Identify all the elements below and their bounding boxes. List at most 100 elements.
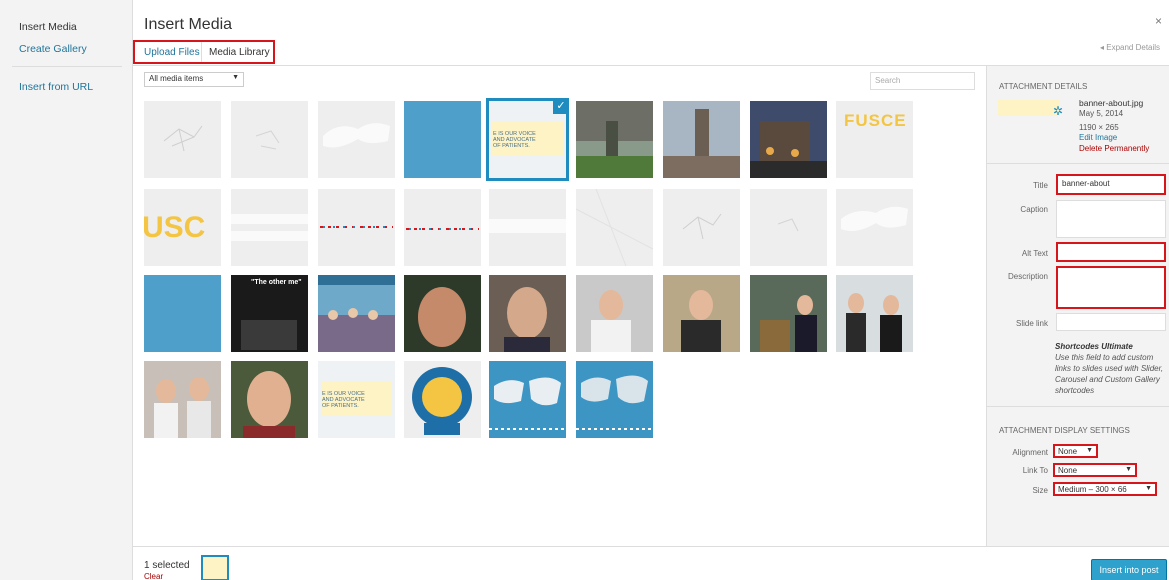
attachment-date: May 5, 2014 (1079, 109, 1124, 118)
edit-image-link[interactable]: Edit Image (1079, 133, 1117, 142)
menu-separator (12, 66, 122, 67)
attachment-thumb[interactable] (231, 361, 308, 438)
media-filter-select[interactable]: All media items ▼ (144, 72, 244, 87)
attachment-thumb[interactable] (663, 101, 740, 178)
attachment-thumb[interactable]: E IS OUR VOICE AND ADVOCATE OF PATIENTS. (318, 361, 395, 438)
expand-details-link[interactable]: ◂ Expand Details (1100, 43, 1160, 52)
attachment-thumb[interactable] (144, 101, 221, 178)
photo-garden-icon (576, 101, 653, 178)
attachment-thumb[interactable]: USC (144, 189, 221, 266)
attachment-thumb[interactable] (576, 189, 653, 266)
modal-title: Insert Media (144, 16, 233, 33)
menu-create-gallery[interactable]: Create Gallery (19, 43, 87, 55)
attachment-thumb[interactable] (750, 101, 827, 178)
attachment-thumb[interactable] (231, 189, 308, 266)
faded-text-icon (231, 189, 308, 266)
dots-icon (404, 189, 481, 266)
description-textarea[interactable] (1056, 266, 1166, 309)
clear-selection-link[interactable]: Clear (144, 572, 163, 580)
attachment-thumb[interactable] (750, 275, 827, 352)
checkmark-icon[interactable]: ✓ (553, 101, 566, 114)
attachment-thumb[interactable] (489, 275, 566, 352)
attachment-thumb[interactable] (836, 275, 913, 352)
dots-icon (318, 189, 395, 266)
blank-icon (489, 189, 566, 266)
attachment-thumb[interactable] (144, 361, 221, 438)
photo-people-icon (836, 275, 913, 352)
media-menu: Insert Media Create Gallery Insert from … (0, 0, 133, 580)
caption-textarea[interactable] (1056, 200, 1166, 238)
slide-link-input[interactable] (1056, 313, 1166, 331)
attachment-thumb[interactable] (576, 361, 653, 438)
attachment-filename: banner-about.jpg (1079, 98, 1144, 108)
menu-insert-media[interactable]: Insert Media (19, 21, 77, 33)
attachment-thumb[interactable] (318, 189, 395, 266)
alignment-value: None (1058, 447, 1078, 456)
tab-divider (201, 42, 202, 62)
attachment-thumb[interactable] (404, 275, 481, 352)
attachment-thumb[interactable] (144, 275, 221, 352)
title-label: Title (1033, 181, 1048, 190)
attachment-thumb[interactable] (489, 361, 566, 438)
dropdown-arrow-icon: ▼ (1145, 485, 1152, 492)
attachment-thumb[interactable] (404, 189, 481, 266)
media-modal: Insert Media Create Gallery Insert from … (0, 0, 1169, 580)
attachment-thumb-selected[interactable]: E IS OUR VOICE AND ADVOCATE OF PATIENTS.… (486, 98, 569, 181)
help-title: Shortcodes Ultimate (1055, 342, 1133, 351)
photo-portrait-icon (404, 275, 481, 352)
slide-link-help: Shortcodes Ultimate Use this field to ad… (1055, 341, 1167, 396)
poster-image (241, 320, 297, 350)
display-settings-heading: Attachment Display Settings (999, 426, 1130, 435)
attachment-thumb[interactable] (750, 189, 827, 266)
attachment-thumb[interactable]: FUSCE (836, 101, 913, 178)
title-input[interactable]: banner-about (1056, 174, 1166, 195)
close-icon[interactable]: × (1155, 14, 1162, 28)
photo-couple-icon (144, 361, 221, 438)
attachment-thumb[interactable] (404, 361, 481, 438)
attachment-thumb[interactable] (576, 275, 653, 352)
size-select[interactable]: Medium – 300 × 66 ▼ (1053, 482, 1157, 496)
attachment-thumb[interactable] (489, 189, 566, 266)
attachment-thumb[interactable] (663, 275, 740, 352)
dropdown-arrow-icon: ▼ (232, 74, 239, 81)
attachment-thumb[interactable] (318, 275, 395, 352)
attachment-thumb[interactable] (663, 189, 740, 266)
poster-text: "The other me" (251, 279, 302, 286)
world-map-icon (836, 189, 913, 266)
attachment-thumb[interactable] (576, 101, 653, 178)
gamian-logo-icon (404, 361, 481, 438)
slide-link-label: Slide link (1015, 319, 1048, 328)
delete-permanently-link[interactable]: Delete Permanently (1079, 144, 1149, 153)
expand-details-label: Expand Details (1106, 43, 1161, 52)
link-to-select[interactable]: None ▼ (1053, 463, 1137, 477)
alt-text-input[interactable] (1056, 242, 1166, 262)
world-map-icon (576, 361, 653, 438)
insert-into-post-button[interactable]: Insert into post (1091, 559, 1167, 580)
attachment-thumb[interactable] (231, 101, 308, 178)
alignment-select[interactable]: None ▼ (1053, 444, 1098, 458)
photo-group-icon (318, 275, 395, 352)
search-input[interactable]: Search (870, 72, 975, 90)
attachment-details-heading: Attachment Details (999, 82, 1088, 91)
circle-arrow-icon: ◂ (1100, 43, 1105, 52)
photo-portrait-icon (489, 275, 566, 352)
link-to-label: Link To (1022, 466, 1048, 475)
lines-icon (576, 189, 653, 266)
attachment-thumb[interactable] (318, 101, 395, 178)
menu-insert-from-url[interactable]: Insert from URL (19, 81, 93, 93)
attachment-thumb[interactable] (404, 101, 481, 178)
size-value: Medium – 300 × 66 (1058, 485, 1127, 494)
attachment-thumb[interactable] (836, 189, 913, 266)
attachment-dimensions: 1190 × 265 (1079, 123, 1119, 132)
router-tabs: Upload Files Media Library (133, 40, 275, 64)
tab-upload-files[interactable]: Upload Files (144, 47, 200, 58)
alt-text-label: Alt Text (1021, 249, 1048, 258)
world-map-icon (489, 361, 566, 438)
photo-speaker-icon (663, 275, 740, 352)
caption-label: Caption (1020, 205, 1048, 214)
tab-media-library[interactable]: Media Library (209, 47, 270, 58)
selection-thumb[interactable] (201, 555, 229, 580)
description-label: Description (1007, 272, 1048, 281)
attachment-thumb[interactable]: "The other me" (231, 275, 308, 352)
photo-podium-icon (750, 275, 827, 352)
